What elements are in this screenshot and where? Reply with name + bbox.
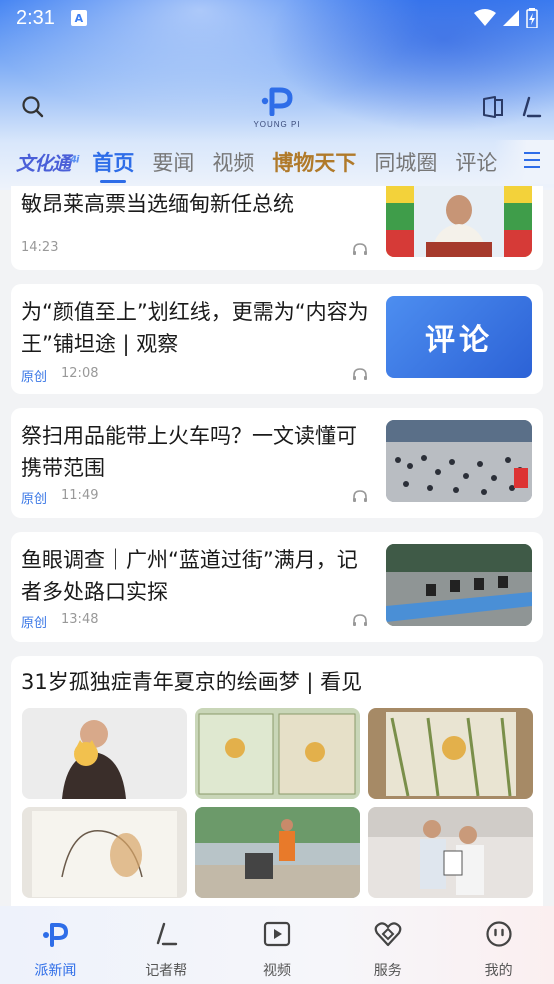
battery-icon: [526, 8, 538, 28]
tab-comment[interactable]: 评论: [455, 147, 497, 177]
article-title: 祭扫用品能带上火车吗？一文读懂可携带范围: [21, 424, 357, 480]
play-icon: [263, 921, 291, 947]
nav-label: 我的: [484, 963, 513, 979]
headphones-icon[interactable]: [352, 489, 368, 503]
gallery-image[interactable]: [22, 807, 187, 898]
signal-icon: [503, 10, 519, 26]
nav-mine[interactable]: 我的: [443, 906, 554, 984]
article-thumbnail: [386, 544, 532, 626]
tab-video[interactable]: 视频: [212, 147, 254, 177]
bottom-nav: 派新闻 记者帮 视频 服务 我的: [0, 906, 554, 984]
list-item[interactable]: 祭扫用品能带上火车吗？一文读懂可携带范围 原创 11:49: [11, 408, 543, 518]
tab-news[interactable]: 要闻: [152, 147, 194, 177]
logo-subtitle: YOUNG PI: [253, 120, 301, 129]
article-time: 11:49: [61, 488, 99, 503]
status-time: 2:31: [16, 6, 55, 29]
headphones-icon[interactable]: [352, 242, 368, 256]
original-tag: 原创: [21, 616, 48, 631]
app-header: YOUNG PI: [0, 80, 554, 136]
article-title: 为“颜值至上”划红线，更需为“内容为王”铺坦途 | 观察: [21, 300, 369, 356]
nav-reporter[interactable]: 记者帮: [111, 906, 222, 984]
nav-label: 记者帮: [145, 963, 188, 979]
nav-label: 服务: [373, 963, 402, 979]
search-icon[interactable]: [20, 94, 46, 120]
list-item[interactable]: 敏昂莱高票当选缅甸新任总统 14:23: [11, 186, 543, 270]
channel-tabs: 文化通4i 首页 要闻 视频 博物天下 同城圈 评论: [0, 140, 554, 184]
app-logo: YOUNG PI: [250, 86, 304, 132]
pai-logo-icon: [43, 923, 69, 947]
face-icon: [485, 921, 512, 947]
news-feed[interactable]: 敏昂莱高票当选缅甸新任总统 14:23 为“颜值至上”划红线，更需为“内容为王”…: [0, 186, 554, 906]
gallery-card[interactable]: 31岁孤独症青年夏京的绘画梦 | 看见: [11, 656, 543, 906]
original-tag: 原创: [21, 370, 48, 385]
article-time: 12:08: [61, 366, 99, 381]
gallery-image[interactable]: [368, 807, 533, 898]
reporter-icon[interactable]: [520, 96, 542, 118]
tab-brand-wenhuatong[interactable]: 文化通4i: [16, 149, 79, 176]
article-title: 鱼眼调查｜广州“蓝道过街”满月，记者多处路口实探: [21, 548, 358, 604]
article-thumbnail: [386, 420, 532, 502]
nav-label: 派新闻: [34, 963, 77, 979]
heart-service-icon: [374, 922, 402, 947]
tab-museum[interactable]: 博物天下: [272, 147, 356, 177]
tab-home[interactable]: 首页: [92, 147, 134, 183]
gallery-image[interactable]: [368, 708, 533, 799]
article-thumbnail: [386, 186, 532, 257]
original-tag: 原创: [21, 492, 48, 507]
article-time: 13:48: [61, 612, 99, 627]
newspaper-icon[interactable]: [482, 96, 504, 118]
article-time: 14:23: [21, 240, 59, 255]
list-item[interactable]: 鱼眼调查｜广州“蓝道过街”满月，记者多处路口实探 原创 13:48: [11, 532, 543, 642]
nav-pai-news[interactable]: 派新闻: [0, 906, 111, 984]
headphones-icon[interactable]: [352, 367, 368, 381]
tab-city[interactable]: 同城圈: [374, 147, 437, 177]
gallery-title: 31岁孤独症青年夏京的绘画梦 | 看见: [21, 670, 363, 694]
status-bar: 2:31 A: [0, 0, 554, 36]
nav-service[interactable]: 服务: [332, 906, 443, 984]
nav-label: 视频: [262, 963, 291, 979]
menu-icon[interactable]: [524, 152, 540, 170]
reporter-icon: [156, 922, 178, 946]
pai-logo-icon: [261, 87, 293, 117]
wifi-icon: [474, 9, 496, 26]
headphones-icon[interactable]: [352, 613, 368, 627]
article-title: 敏昂莱高票当选缅甸新任总统: [21, 192, 294, 216]
thumbnail-label: 评论: [425, 323, 493, 358]
gallery-image[interactable]: [195, 708, 360, 799]
gallery-image[interactable]: [195, 807, 360, 898]
nav-video[interactable]: 视频: [222, 906, 333, 984]
list-item[interactable]: 为“颜值至上”划红线，更需为“内容为王”铺坦途 | 观察 原创 12:08 评论: [11, 284, 543, 394]
gallery-image[interactable]: [22, 708, 187, 799]
comment-thumbnail: 评论: [386, 296, 532, 378]
notification-a-icon: A: [70, 10, 87, 26]
